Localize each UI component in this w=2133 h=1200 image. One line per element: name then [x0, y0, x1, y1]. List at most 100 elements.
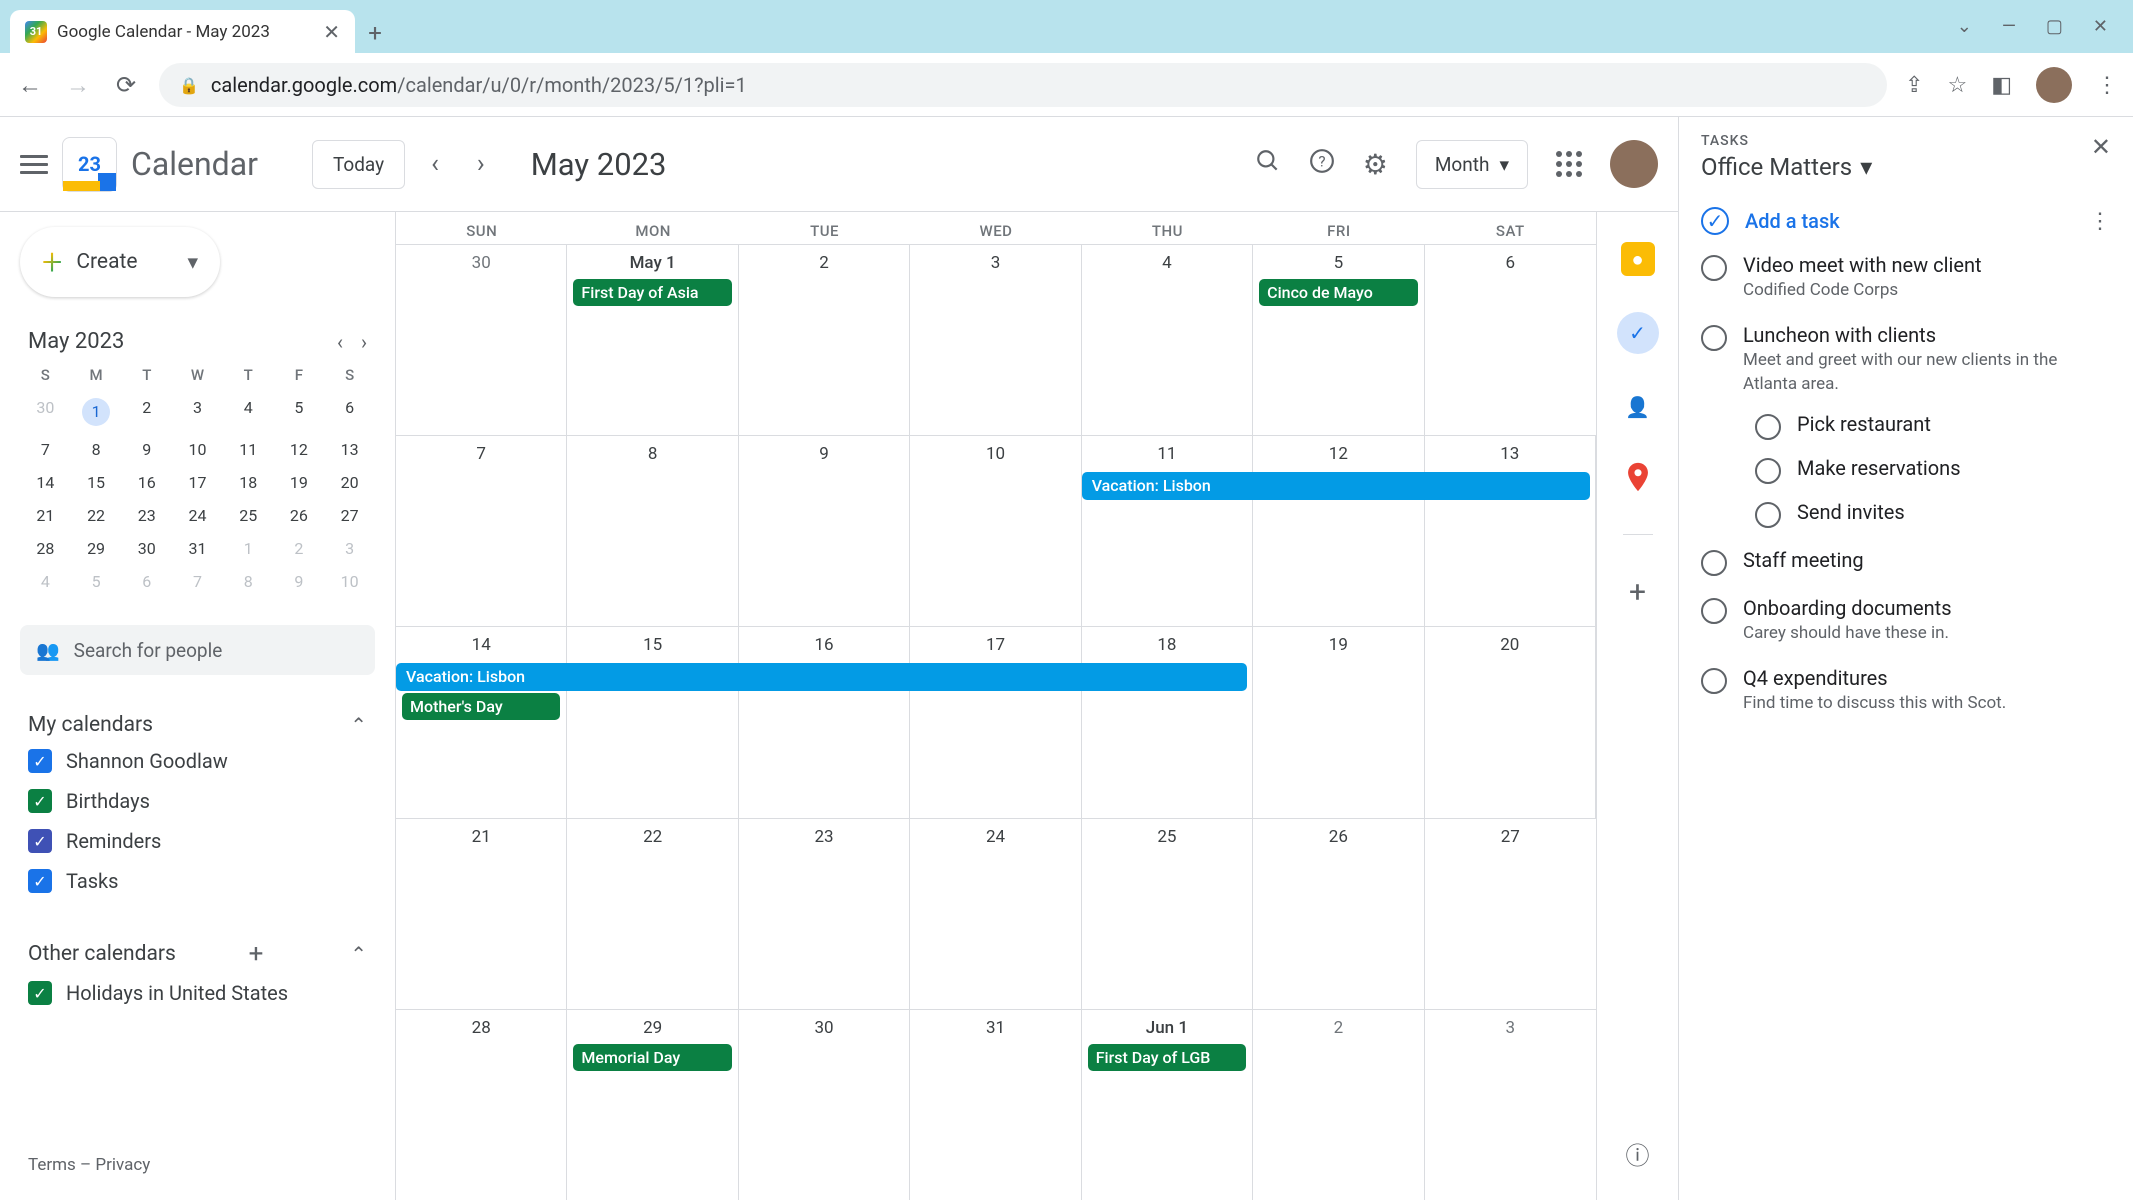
help-icon[interactable]: ?	[1309, 148, 1335, 181]
mini-day[interactable]: 16	[121, 473, 172, 492]
search-icon[interactable]	[1255, 148, 1281, 181]
day-cell[interactable]: 4	[1082, 245, 1253, 435]
mini-day[interactable]: 29	[71, 539, 122, 558]
day-cell[interactable]: 24	[910, 819, 1081, 1009]
reload-button[interactable]: ⟳	[111, 71, 141, 99]
next-month-button[interactable]: ›	[465, 149, 497, 179]
task-item[interactable]: Onboarding documentsCarey should have th…	[1701, 596, 2111, 646]
sidepanel-icon[interactable]: ◧	[1991, 73, 2012, 98]
mini-day[interactable]: 2	[274, 539, 325, 558]
share-icon[interactable]: ⇪	[1905, 73, 1923, 98]
account-avatar[interactable]	[1610, 140, 1658, 188]
maximize-icon[interactable]: ▢	[2046, 16, 2063, 37]
day-cell[interactable]: 18	[1082, 627, 1253, 817]
subtask-item[interactable]: Send invites	[1755, 500, 2111, 528]
task-menu-button[interactable]: ⋮	[2089, 209, 2111, 234]
keep-icon[interactable]: ●	[1621, 242, 1655, 276]
mini-day[interactable]: 31	[172, 539, 223, 558]
search-people-input[interactable]: 👥 Search for people	[20, 625, 375, 675]
mini-day[interactable]: 15	[71, 473, 122, 492]
mini-day[interactable]: 3	[324, 539, 375, 558]
today-button[interactable]: Today	[312, 140, 405, 189]
settings-icon[interactable]: ⚙	[1363, 148, 1388, 181]
day-cell[interactable]: 15	[567, 627, 738, 817]
event-chip[interactable]: First Day of Asia	[573, 279, 731, 306]
mini-day[interactable]: 10	[172, 440, 223, 459]
checkbox-icon[interactable]: ✓	[28, 789, 52, 813]
day-cell[interactable]: 3	[910, 245, 1081, 435]
day-cell[interactable]: 17	[910, 627, 1081, 817]
day-cell[interactable]: 19	[1253, 627, 1424, 817]
mini-day[interactable]: 21	[20, 506, 71, 525]
mini-day[interactable]: 6	[121, 572, 172, 591]
mini-day[interactable]: 27	[324, 506, 375, 525]
event-chip[interactable]: Cinco de Mayo	[1259, 279, 1417, 306]
mini-day[interactable]: 9	[121, 440, 172, 459]
mini-next-button[interactable]: ›	[361, 330, 367, 354]
day-cell[interactable]: 30	[396, 245, 567, 435]
day-cell[interactable]: Jun 1First Day of LGB	[1082, 1010, 1253, 1200]
event-chip[interactable]: Memorial Day	[573, 1044, 731, 1071]
day-cell[interactable]: 13	[1425, 436, 1596, 626]
day-cell[interactable]: 7	[396, 436, 567, 626]
mini-day[interactable]: 30	[20, 398, 71, 426]
task-checkbox[interactable]	[1701, 325, 1727, 351]
mini-day[interactable]: 13	[324, 440, 375, 459]
checkbox-icon[interactable]: ✓	[28, 749, 52, 773]
new-tab-button[interactable]: +	[355, 13, 395, 53]
close-window-icon[interactable]: ✕	[2093, 16, 2108, 37]
create-button[interactable]: + Create ▾	[20, 227, 220, 297]
task-list-selector[interactable]: Office Matters▾	[1701, 153, 1872, 181]
calendar-item[interactable]: ✓Holidays in United States	[20, 973, 375, 1013]
task-checkbox[interactable]	[1701, 255, 1727, 281]
other-calendars-toggle[interactable]: Other calendars + ⌃	[20, 935, 375, 973]
profile-avatar[interactable]	[2036, 67, 2072, 103]
calendar-item[interactable]: ✓Tasks	[20, 861, 375, 901]
privacy-link[interactable]: Privacy	[95, 1155, 150, 1175]
mini-day[interactable]: 4	[20, 572, 71, 591]
get-addons-button[interactable]: +	[1621, 575, 1655, 609]
mini-day[interactable]: 14	[20, 473, 71, 492]
browser-tab[interactable]: 31 Google Calendar - May 2023 ✕	[10, 10, 355, 53]
task-item[interactable]: Video meet with new clientCodified Code …	[1701, 253, 2111, 303]
day-cell[interactable]: 11	[1082, 436, 1253, 626]
day-cell[interactable]: 2	[739, 245, 910, 435]
minimize-icon[interactable]: —	[2002, 16, 2016, 37]
event-chip[interactable]: First Day of LGB	[1088, 1044, 1246, 1071]
task-item[interactable]: Staff meeting	[1701, 548, 2111, 576]
mini-day[interactable]: 23	[121, 506, 172, 525]
day-cell[interactable]: 26	[1253, 819, 1424, 1009]
day-cell[interactable]: 27	[1425, 819, 1596, 1009]
day-cell[interactable]: 29Memorial Day	[567, 1010, 738, 1200]
mini-day[interactable]: 19	[274, 473, 325, 492]
url-input[interactable]: 🔒 calendar.google.com/calendar/u/0/r/mon…	[159, 63, 1887, 107]
calendar-item[interactable]: ✓Birthdays	[20, 781, 375, 821]
day-cell[interactable]: 16	[739, 627, 910, 817]
day-cell[interactable]: 25	[1082, 819, 1253, 1009]
mini-day[interactable]: 30	[121, 539, 172, 558]
day-cell[interactable]: May 1First Day of Asia	[567, 245, 738, 435]
forward-button[interactable]: →	[63, 71, 93, 100]
day-cell[interactable]: 2	[1253, 1010, 1424, 1200]
back-button[interactable]: ←	[15, 71, 45, 100]
day-cell[interactable]: 10	[910, 436, 1081, 626]
day-cell[interactable]: 22	[567, 819, 738, 1009]
day-cell[interactable]: 30	[739, 1010, 910, 1200]
hamburger-icon[interactable]	[20, 150, 48, 179]
mini-day[interactable]: 2	[121, 398, 172, 426]
task-checkbox[interactable]	[1755, 502, 1781, 528]
tasks-icon[interactable]: ✓	[1617, 312, 1659, 354]
mini-day[interactable]: 9	[274, 572, 325, 591]
checkbox-icon[interactable]: ✓	[28, 829, 52, 853]
mini-day[interactable]: 8	[223, 572, 274, 591]
event-span[interactable]: Vacation: Lisbon	[1082, 472, 1590, 500]
mini-day[interactable]: 1	[223, 539, 274, 558]
mini-day[interactable]: 5	[274, 398, 325, 426]
close-panel-button[interactable]: ✕	[2091, 133, 2111, 161]
day-cell[interactable]: 20	[1425, 627, 1596, 817]
info-icon[interactable]: ⓘ	[1621, 1136, 1655, 1170]
subtask-item[interactable]: Pick restaurant	[1755, 412, 2111, 440]
add-task-button[interactable]: ✓ Add a task ⋮	[1701, 207, 2111, 235]
view-selector[interactable]: Month▾	[1416, 140, 1528, 189]
task-checkbox[interactable]	[1701, 550, 1727, 576]
